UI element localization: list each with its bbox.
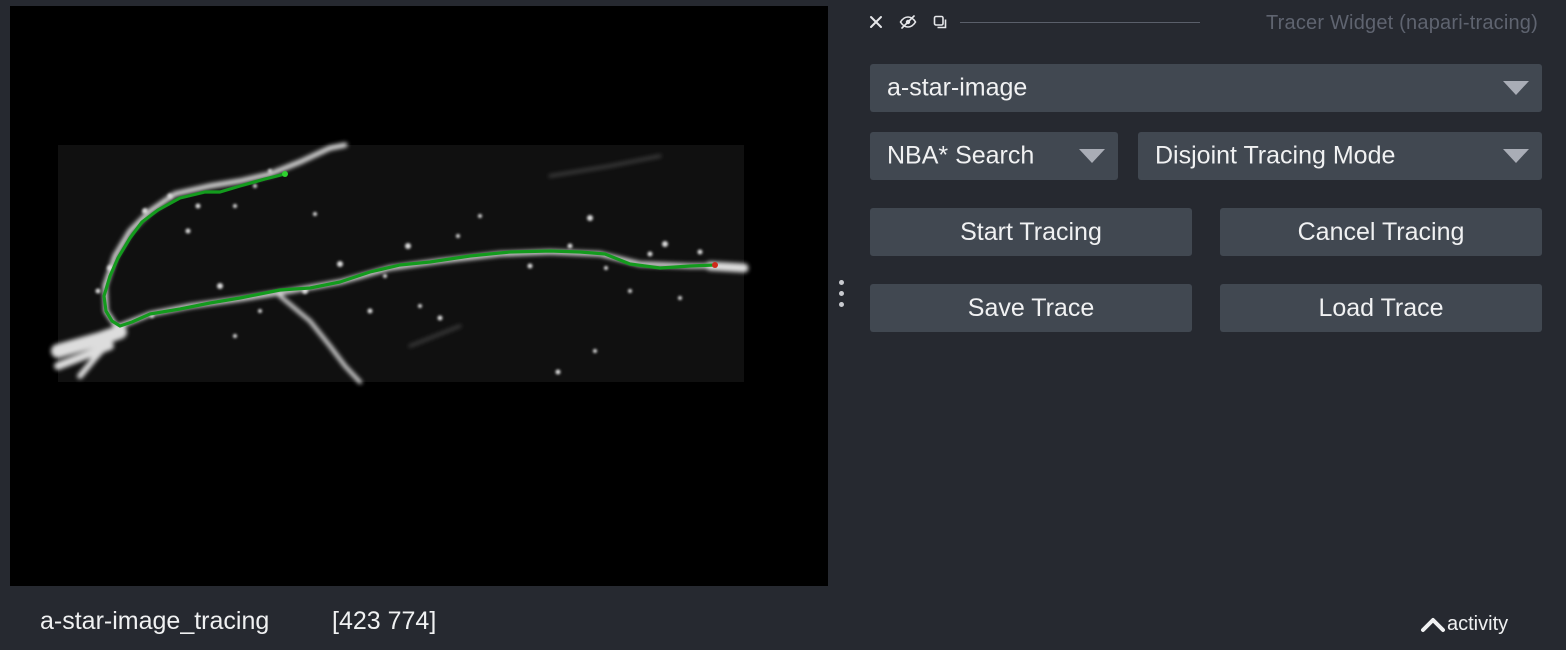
close-icon[interactable] — [866, 12, 886, 32]
image-layer-select-value: a-star-image — [887, 73, 1028, 102]
splitter-dot — [839, 302, 844, 307]
search-algorithm-select-value: NBA* Search — [887, 141, 1035, 170]
float-window-icon[interactable] — [930, 12, 950, 32]
dock-title-bar: Tracer Widget (napari-tracing) — [866, 8, 1546, 36]
status-coordinates: [423 774] — [332, 607, 437, 635]
cancel-tracing-button[interactable]: Cancel Tracing — [1220, 208, 1542, 256]
activity-button[interactable]: activity — [1420, 610, 1508, 638]
load-trace-button[interactable]: Load Trace — [1220, 284, 1542, 332]
chevron-down-icon — [1503, 81, 1529, 95]
activity-label: activity — [1447, 612, 1509, 635]
title-divider — [960, 22, 1200, 23]
chevron-down-icon — [1079, 149, 1105, 163]
tracing-mode-select[interactable]: Disjoint Tracing Mode — [1138, 132, 1542, 180]
trace-start-point[interactable] — [282, 171, 288, 177]
status-layer-name: a-star-image_tracing — [40, 607, 270, 635]
dock-splitter-handle[interactable] — [836, 280, 848, 314]
chevron-down-icon — [1503, 149, 1529, 163]
dock-title: Tracer Widget (napari-tracing) — [1265, 12, 1538, 34]
chevron-up-icon — [1421, 618, 1445, 632]
napari-window: Tracer Widget (napari-tracing) a-star-im… — [0, 0, 1566, 650]
search-algorithm-select[interactable]: NBA* Search — [870, 132, 1118, 180]
save-trace-button[interactable]: Save Trace — [870, 284, 1192, 332]
splitter-dot — [839, 291, 844, 296]
splitter-dot — [839, 280, 844, 285]
image-layer-select[interactable]: a-star-image — [870, 64, 1542, 112]
eye-hidden-icon[interactable] — [898, 12, 918, 32]
tracing-mode-select-value: Disjoint Tracing Mode — [1155, 141, 1396, 170]
canvas-svg[interactable] — [10, 6, 828, 586]
image-canvas[interactable] — [10, 6, 828, 586]
start-tracing-button[interactable]: Start Tracing — [870, 208, 1192, 256]
trace-end-point[interactable] — [712, 262, 718, 268]
